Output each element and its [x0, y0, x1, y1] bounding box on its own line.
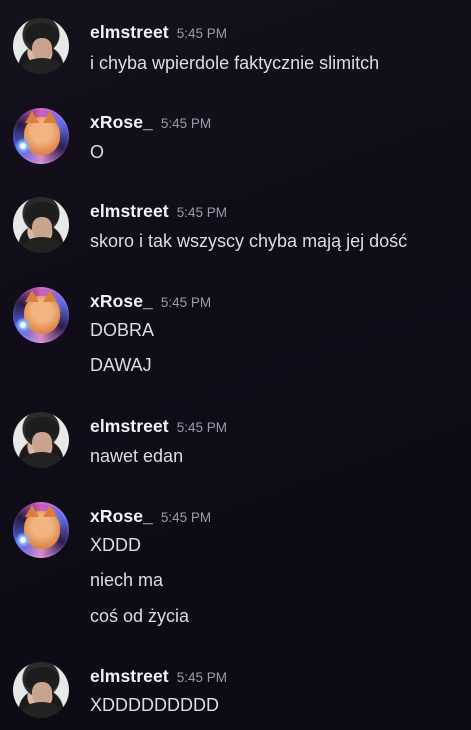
- message-header: elmstreet 5:45 PM: [90, 416, 227, 437]
- username[interactable]: xRose_: [90, 112, 153, 132]
- message-text: DOBRA: [90, 320, 155, 340]
- username[interactable]: elmstreet: [90, 201, 169, 221]
- elmstreet-avatar[interactable]: [13, 197, 69, 253]
- message-text: i chyba wpierdole faktycznie slimitch: [90, 53, 380, 73]
- message-text: nawet edan: [90, 446, 184, 466]
- timestamp: 5:45 PM: [176, 420, 227, 435]
- elmstreet-avatar[interactable]: [13, 412, 69, 468]
- timestamp: 5:45 PM: [176, 670, 227, 685]
- xrose-avatar[interactable]: [13, 108, 69, 164]
- timestamp: 5:45 PM: [176, 26, 227, 41]
- username[interactable]: elmstreet: [90, 416, 169, 436]
- elmstreet-avatar[interactable]: [13, 18, 69, 74]
- chat-message-list: elmstreet 5:45 PM i chyba wpierdole fakty…: [0, 0, 471, 730]
- message-header: elmstreet 5:45 PM: [90, 201, 227, 222]
- message-header: elmstreet 5:45 PM: [90, 666, 227, 687]
- username[interactable]: elmstreet: [90, 22, 169, 42]
- message-text: XDDDDDDDDD: [90, 695, 219, 715]
- message-text: O: [90, 142, 105, 162]
- username[interactable]: xRose_: [90, 506, 153, 526]
- message-header: xRose_ 5:45 PM: [90, 291, 211, 312]
- elmstreet-avatar[interactable]: [13, 662, 69, 718]
- timestamp: 5:45 PM: [176, 205, 227, 220]
- message-text: niech ma: [90, 570, 164, 590]
- message-text: XDDD: [90, 535, 142, 555]
- xrose-avatar[interactable]: [13, 502, 69, 558]
- message-header: xRose_ 5:45 PM: [90, 112, 211, 133]
- timestamp: 5:45 PM: [160, 510, 212, 525]
- xrose-avatar[interactable]: [13, 287, 69, 343]
- message-header: elmstreet 5:45 PM: [90, 22, 227, 43]
- message-text: skoro i tak wszyscy chyba mają jej dość: [90, 231, 408, 251]
- message-text: coś od życia: [90, 606, 190, 626]
- username[interactable]: elmstreet: [90, 666, 169, 686]
- message-header: xRose_ 5:45 PM: [90, 506, 211, 527]
- timestamp: 5:45 PM: [160, 116, 212, 131]
- timestamp: 5:45 PM: [160, 295, 212, 310]
- message-text: DAWAJ: [90, 355, 152, 375]
- username[interactable]: xRose_: [90, 291, 153, 311]
